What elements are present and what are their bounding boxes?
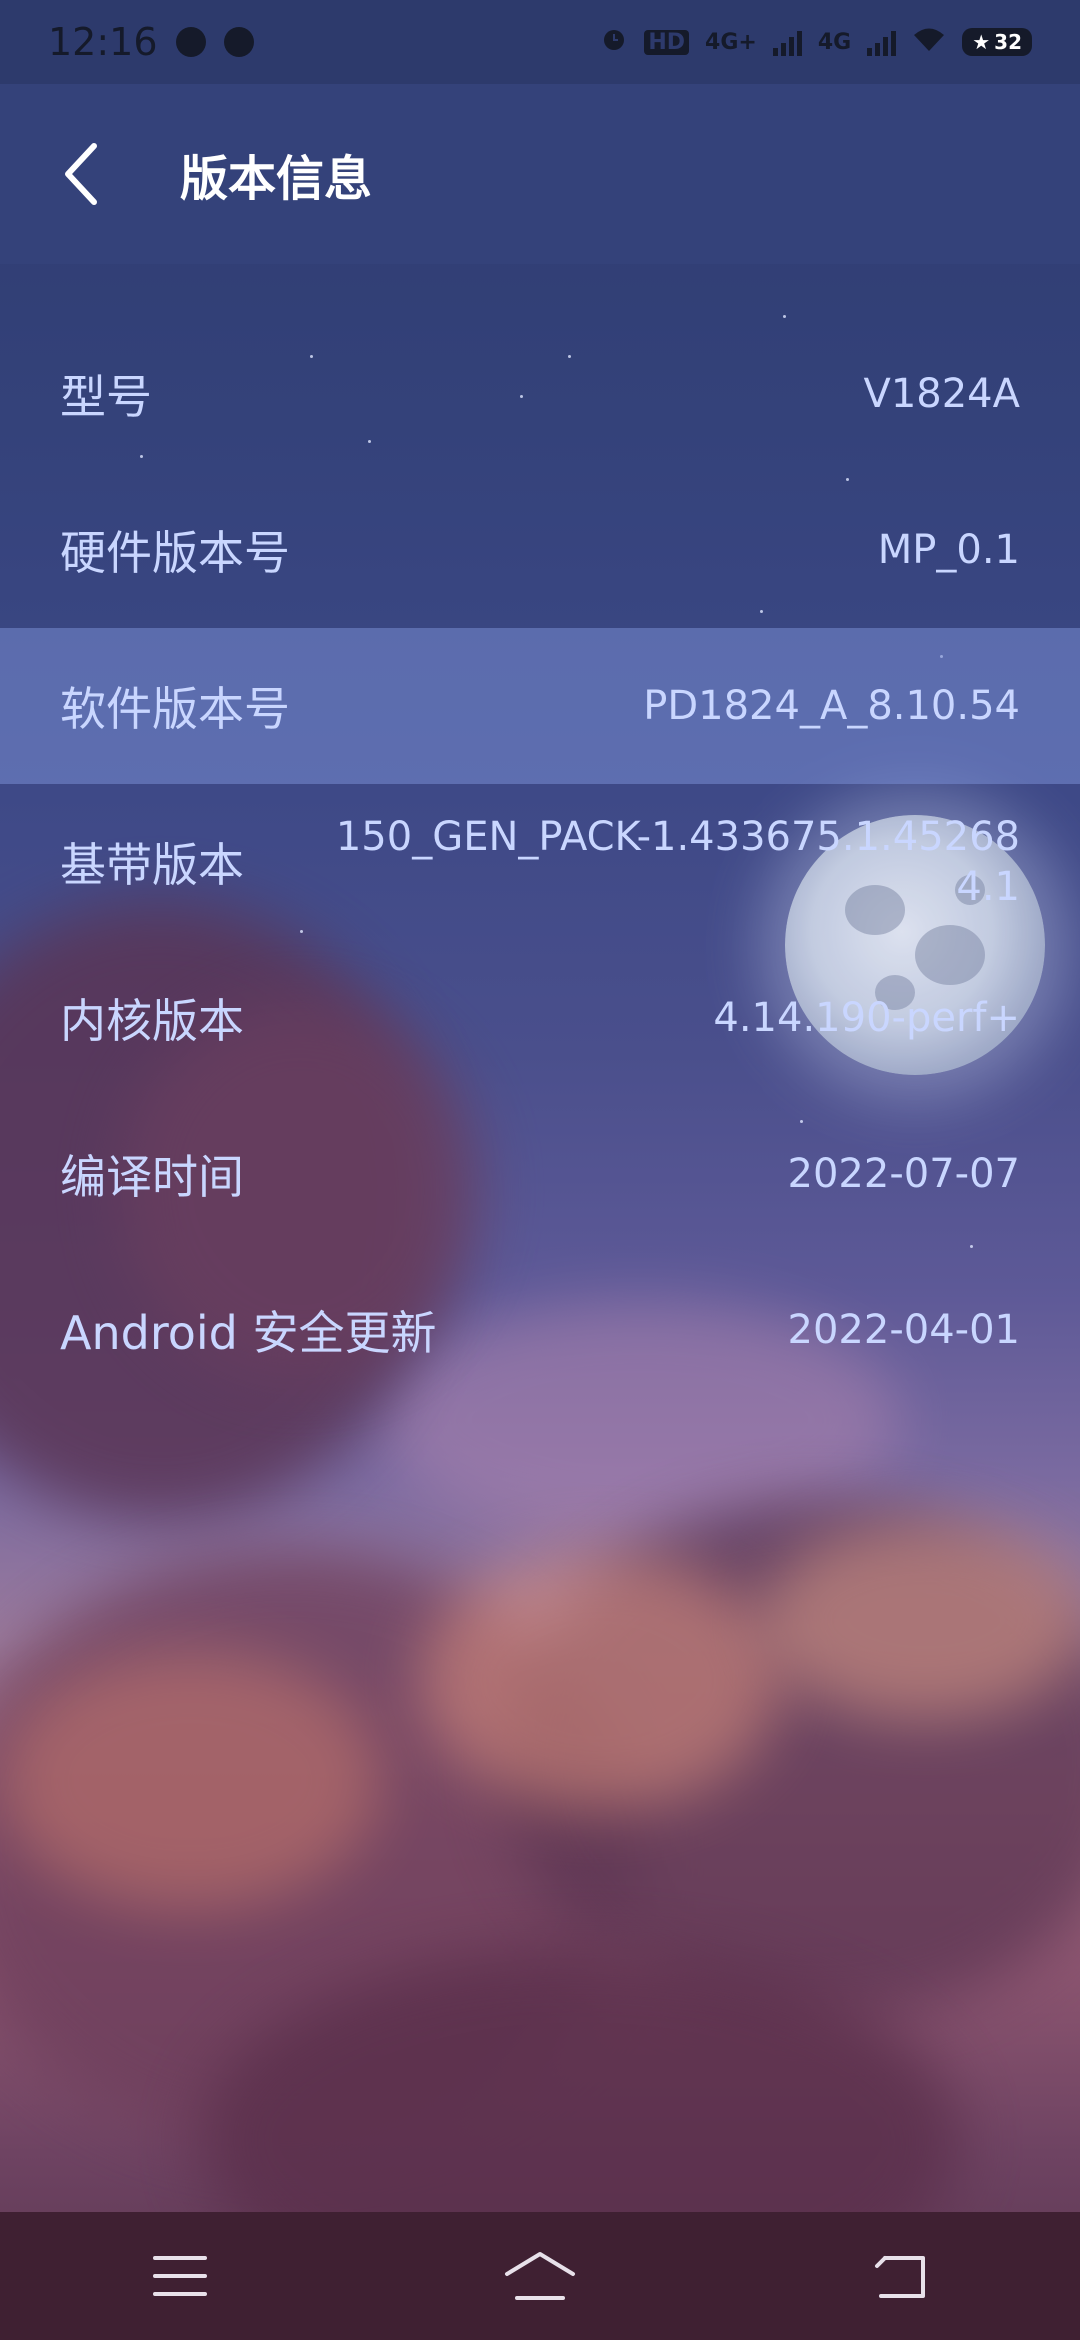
info-label: 基带版本 <box>60 838 244 892</box>
list-item-security-update[interactable]: Android 安全更新 2022-04-01 <box>0 1252 1080 1408</box>
info-value: 4.14.190-perf+ <box>713 995 1020 1041</box>
wechat-icon <box>223 27 254 57</box>
info-label: 型号 <box>60 370 152 424</box>
menu-button[interactable] <box>120 2226 240 2326</box>
battery-indicator: ★ 32 <box>962 28 1032 56</box>
alarm-icon <box>600 25 628 59</box>
chevron-left-icon <box>65 143 97 205</box>
home-icon <box>505 2252 575 2300</box>
version-info-list: 型号 V1824A 硬件版本号 MP_0.1 软件版本号 PD1824_A_8.… <box>0 316 1080 1408</box>
list-item-software-version[interactable]: 软件版本号 PD1824_A_8.10.54 <box>0 628 1080 784</box>
list-item-build-time[interactable]: 编译时间 2022-07-07 <box>0 1096 1080 1252</box>
signal-icon-2 <box>867 28 897 56</box>
battery-level: 32 <box>994 30 1022 54</box>
status-bar: 12:16 HD 4G+ 4G ★ 32 <box>0 0 1080 84</box>
home-button[interactable] <box>480 2226 600 2326</box>
info-value: 150_GEN_PACK-1.433675.1.452684.1 <box>335 814 1020 910</box>
hd-icon: HD <box>644 29 690 55</box>
info-label: 软件版本号 <box>60 682 290 736</box>
info-label: 编译时间 <box>60 1150 244 1204</box>
list-item-hardware-version[interactable]: 硬件版本号 MP_0.1 <box>0 472 1080 628</box>
info-value: PD1824_A_8.10.54 <box>643 683 1020 729</box>
info-value: V1824A <box>863 371 1020 417</box>
back-button[interactable] <box>60 114 180 234</box>
navigation-bar <box>0 2212 1080 2340</box>
star-icon: ★ <box>972 30 991 54</box>
network-label-1: 4G+ <box>705 29 757 55</box>
back-icon <box>875 2256 925 2298</box>
info-value: 2022-07-07 <box>787 1151 1020 1197</box>
list-item-baseband-version[interactable]: 基带版本 150_GEN_PACK-1.433675.1.452684.1 <box>0 784 1080 940</box>
info-value: MP_0.1 <box>877 527 1020 573</box>
back-nav-button[interactable] <box>840 2226 960 2326</box>
menu-icon <box>153 2256 207 2296</box>
wifi-icon <box>912 25 946 59</box>
page-title: 版本信息 <box>180 151 373 207</box>
info-label: 内核版本 <box>60 994 244 1048</box>
signal-icon <box>772 28 802 56</box>
header: 版本信息 <box>0 84 1080 264</box>
network-label-2: 4G <box>817 29 852 55</box>
info-label: 硬件版本号 <box>60 526 290 580</box>
list-item-model[interactable]: 型号 V1824A <box>0 316 1080 472</box>
status-time: 12:16 <box>48 20 158 64</box>
info-label: Android 安全更新 <box>60 1306 437 1360</box>
list-item-kernel-version[interactable]: 内核版本 4.14.190-perf+ <box>0 940 1080 1096</box>
info-value: 2022-04-01 <box>787 1307 1020 1353</box>
message-icon <box>175 27 206 57</box>
